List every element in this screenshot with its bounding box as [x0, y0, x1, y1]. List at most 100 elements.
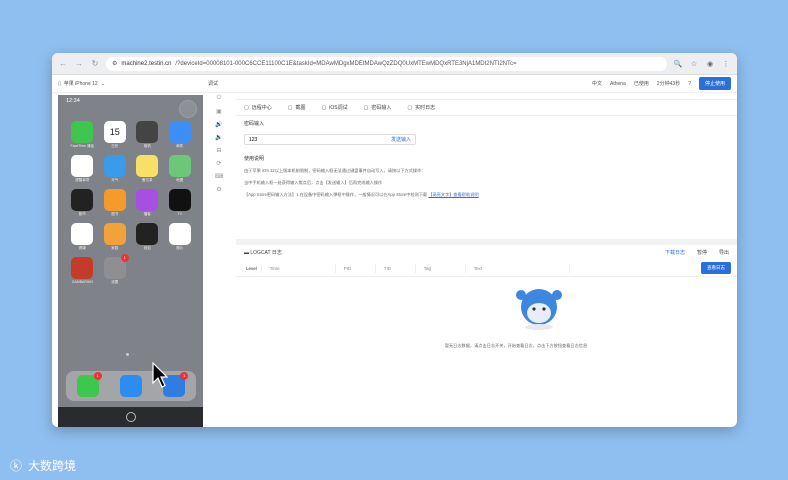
app-icon[interactable]: 15 日历: [99, 121, 132, 149]
app-label: 相机: [143, 144, 151, 148]
zoom-icon[interactable]: 🔍: [673, 60, 683, 68]
app-icon[interactable]: GAMBARIAN: [66, 257, 99, 285]
power-icon[interactable]: ⏻: [217, 95, 222, 102]
app-icon[interactable]: 播客: [131, 189, 164, 217]
send-input-button[interactable]: 发送输入: [391, 136, 411, 143]
tab-bar: ▢ 远程中心 ▢ 截图 ▢ iOS调试 ▢ 密码输入 ▢ 实时日志: [236, 100, 737, 116]
rotate-icon[interactable]: ⟳: [216, 160, 221, 167]
time-filter[interactable]: Time: [266, 263, 336, 273]
export-button[interactable]: 导出: [719, 249, 729, 256]
menu-icon[interactable]: ⋮: [721, 60, 731, 68]
app-label: 钱包: [143, 246, 151, 250]
text-filter[interactable]: Text: [470, 263, 570, 273]
timer-label: 已使用: [633, 81, 649, 87]
app-grid: FaceTime 通话 15 日历 相机 邮件提醒事项 天气 备忘录 地图股市 图书 播客 TV 健康…: [66, 121, 196, 285]
device-select[interactable]: 苹果 iPhone 12: [64, 80, 98, 87]
tab-ios-debug[interactable]: ▢ iOS调试: [322, 104, 348, 112]
app-icon[interactable]: 照片: [164, 223, 197, 251]
mode-select[interactable]: 调试: [208, 80, 218, 87]
app-icon[interactable]: 天气: [99, 155, 132, 183]
app-label: 家庭: [111, 246, 119, 250]
app-label: FaceTime 通话: [70, 144, 94, 148]
help-link[interactable]: 【高亮文字】查看帮助说明: [428, 192, 478, 197]
volume-down-icon[interactable]: 🔉: [215, 134, 222, 141]
app-label: GAMBARIAN: [71, 280, 93, 284]
app-tile-icon: [168, 121, 191, 143]
profile-icon[interactable]: ◉: [705, 60, 715, 68]
site-info-icon[interactable]: ⚙: [112, 60, 117, 67]
star-icon[interactable]: ☆: [689, 60, 699, 68]
app-label: 邮件: [176, 144, 184, 148]
password-title: 密码输入: [244, 121, 265, 127]
log-icon: ▬: [244, 249, 249, 256]
app-icon[interactable]: 图书: [99, 189, 132, 217]
keyboard-icon[interactable]: ⌨: [215, 173, 224, 180]
screenshot-icon[interactable]: ▣: [216, 108, 222, 115]
app-tile-icon: [136, 189, 159, 211]
pid-filter[interactable]: PID: [340, 263, 376, 273]
tab-screenshot[interactable]: ▢ 截图: [288, 104, 306, 112]
app-label: 照片: [176, 246, 184, 250]
phone-app-icon[interactable]: 1: [76, 372, 102, 397]
user-name: Athena: [609, 80, 626, 87]
address-bar[interactable]: ⚙ machine2.testin.cn /?deviceId=00008101…: [106, 56, 667, 71]
level-select[interactable]: Level: [242, 263, 262, 273]
app-icon[interactable]: 相机: [131, 121, 164, 149]
find-button[interactable]: 查看日志: [701, 262, 731, 274]
app-topbar: ▯ 苹果 iPhone 12 ⌄ 调试 中文 Athena 已使用 2分钟43秒…: [52, 75, 737, 93]
browser-toolbar: ← → ↻ ⚙ machine2.testin.cn /?deviceId=00…: [52, 53, 737, 75]
app-label: 设置: [111, 280, 119, 284]
app-icon[interactable]: FaceTime 通话: [66, 121, 99, 149]
app-label: 播客: [143, 212, 151, 216]
app-icon[interactable]: 提醒事项: [66, 155, 99, 183]
app-tile-icon: 1: [103, 254, 129, 279]
app-label: 健康: [78, 246, 86, 250]
volume-up-icon[interactable]: 🔊: [215, 121, 222, 128]
forward-icon[interactable]: →: [74, 59, 84, 68]
log-filter: Level Time PID TID Tag Text 查看日志: [236, 260, 737, 277]
help-title: 使用说明: [244, 156, 265, 162]
app-label: 股市: [78, 212, 86, 216]
app-icon[interactable]: 邮件: [164, 121, 197, 149]
app-tile-icon: [136, 121, 159, 143]
brand-logo-icon: ⓚ: [10, 459, 23, 473]
mascot-icon: [516, 289, 562, 330]
language-select[interactable]: 中文: [592, 80, 602, 87]
app-icon[interactable]: 地图: [164, 155, 197, 183]
app-label: 提醒事项: [75, 178, 90, 182]
app-tile-icon: [71, 155, 94, 177]
app-icon[interactable]: 备忘录: [131, 155, 164, 183]
app-icon[interactable]: 健康: [66, 223, 99, 251]
reload-icon[interactable]: ↻: [90, 59, 100, 68]
app-tile-icon: [168, 189, 191, 211]
settings-icon[interactable]: ⚙: [216, 186, 221, 193]
help-line: 【App Store密码输入方法】1.在设备中密码输入弹框中操作，一般情况可以在…: [244, 192, 479, 198]
safari-icon[interactable]: [119, 375, 142, 397]
tab-remote[interactable]: ▢ 远程中心: [244, 104, 272, 112]
tid-filter[interactable]: TID: [380, 263, 416, 273]
tab-logs[interactable]: ▢ 实时日志: [407, 104, 435, 112]
app-icon[interactable]: 家庭: [99, 223, 132, 251]
app-label: 地图: [176, 178, 184, 182]
tab-password[interactable]: ▢ 密码输入: [364, 104, 392, 112]
page-dots: [126, 353, 135, 356]
app-label: 天气: [111, 178, 119, 182]
password-input[interactable]: 123 发送输入: [244, 134, 416, 145]
app-icon[interactable]: 1 设置: [99, 254, 132, 285]
url-path: /?deviceId=00008101-000C6CCE11100C1E&tas…: [175, 60, 517, 67]
pause-button[interactable]: 暂停: [697, 249, 707, 256]
app-icon[interactable]: TV: [164, 189, 197, 217]
app-icon[interactable]: 股市: [66, 189, 99, 217]
phone-screen[interactable]: 12:34 FaceTime 通话 15 日历 相机 邮件 提醒事项 天气 备忘录 地图 股市 图书…: [58, 95, 203, 427]
home-button[interactable]: [125, 412, 136, 422]
help-icon[interactable]: ?: [688, 81, 691, 87]
app-tile-icon: [103, 189, 126, 211]
back-icon[interactable]: ←: [58, 59, 68, 68]
download-log-button[interactable]: 下载日志: [665, 249, 685, 256]
stop-button[interactable]: 停止使用: [698, 77, 731, 90]
app-icon[interactable]: 钱包: [131, 223, 164, 251]
lock-icon[interactable]: ⊟: [216, 147, 221, 154]
app-tile-icon: [71, 257, 94, 279]
assistive-touch[interactable]: [179, 100, 197, 118]
tag-filter[interactable]: Tag: [420, 263, 466, 273]
